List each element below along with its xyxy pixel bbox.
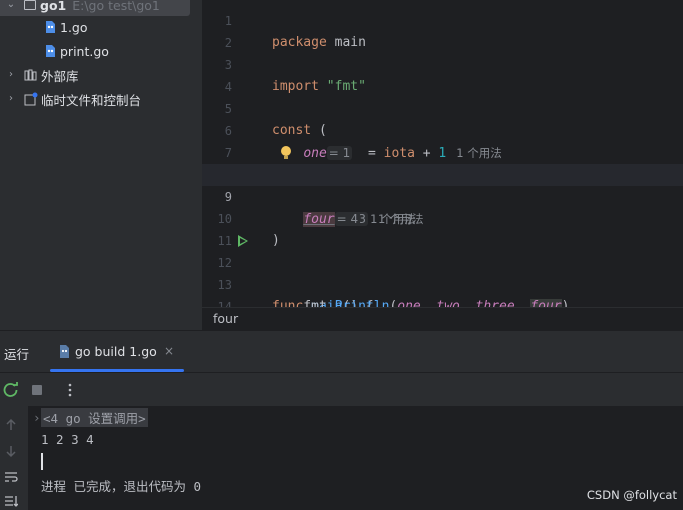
code-line: 14 [202,274,683,307]
scratches-label: 临时文件和控制台 [41,92,142,108]
code-line: 11 [202,208,683,248]
tree-item-file[interactable]: 1.go [0,16,202,38]
tree-item-external-libraries[interactable]: › 外部库 [0,64,202,86]
run-panel-header: 运行 go build 1.go × [0,330,683,372]
library-icon [24,69,37,81]
code-line: 12 func main() { [202,230,683,307]
console-fold-line[interactable]: <4 go 设置调用> [41,408,148,427]
console-exit-line: 进程 已完成，退出代码为 0 [41,479,202,494]
tab-go-build[interactable]: go build 1.go × [50,331,186,373]
rerun-icon[interactable] [3,382,19,398]
code-line: 10 ) [202,186,683,248]
text-caret [41,453,43,470]
chevron-right-icon[interactable]: › [6,94,16,104]
code-line: 8 three= 31 个用法 [202,142,683,227]
run-gutter-icon[interactable] [238,235,248,247]
root-folder-path: E:\go test\go1 [72,0,160,13]
chevron-right-icon[interactable]: › [6,70,16,80]
file-name: print.go [60,43,109,59]
scratches-icon [24,92,38,106]
run-toolbar [0,372,683,406]
folder-icon [24,0,36,10]
code-line: 5 const ( [202,76,683,138]
code-editor[interactable]: 1 package main 2 3 import "fmt" 4 5 cons… [202,0,683,307]
external-libraries-label: 外部库 [41,68,79,84]
more-options-icon[interactable] [62,382,78,398]
file-name: 1.go [60,19,88,35]
code-line-current: 9 four = 41 个用法 [202,164,683,227]
console-sidebar [0,406,28,510]
code-line: 1 package main [202,0,683,50]
tree-item-file[interactable]: print.go [0,40,202,62]
go-run-icon [60,345,69,358]
console-output-line: 1 2 3 4 [41,432,94,447]
close-icon[interactable]: × [164,344,174,358]
project-panel: ⌄ go1 E:\go test\go1 1.go print.go › 外部库… [0,0,202,330]
run-panel-title: 运行 [4,347,30,362]
code-line: 15 } [202,294,683,307]
code-line: 2 [202,10,683,50]
root-folder-name: go1 [40,0,67,13]
tree-item-root[interactable]: ⌄ go1 E:\go test\go1 [0,0,190,16]
scroll-to-end-icon[interactable] [4,494,18,508]
console-output[interactable]: › <4 go 设置调用> 1 2 3 4 进程 已完成，退出代码为 0 CSD… [0,406,683,510]
code-line: 6 one = 1 = iota + 11 个用法 [202,98,683,161]
code-line: 4 [202,54,683,94]
tree-item-scratches[interactable]: › 临时文件和控制台 [0,88,202,110]
soft-wrap-icon[interactable] [4,470,18,484]
watermark: CSDN @follycat [586,488,677,502]
arrow-up-icon[interactable] [4,418,18,432]
breadcrumb[interactable]: four [202,307,683,330]
code-line: 7 two= 21 个用法 [202,120,683,183]
arrow-down-icon[interactable] [4,444,18,458]
code-line: 3 import "fmt" [202,32,683,94]
lightbulb-icon[interactable] [280,145,292,161]
fold-chevron-icon[interactable]: › [33,410,41,425]
go-file-icon [46,45,55,57]
code-line: 13 fmt.Println(one, two, three, four) [202,252,683,307]
chevron-down-icon[interactable]: ⌄ [6,0,16,10]
stop-icon[interactable] [29,382,45,398]
go-file-icon [46,21,55,33]
tab-label: go build 1.go [75,344,157,359]
